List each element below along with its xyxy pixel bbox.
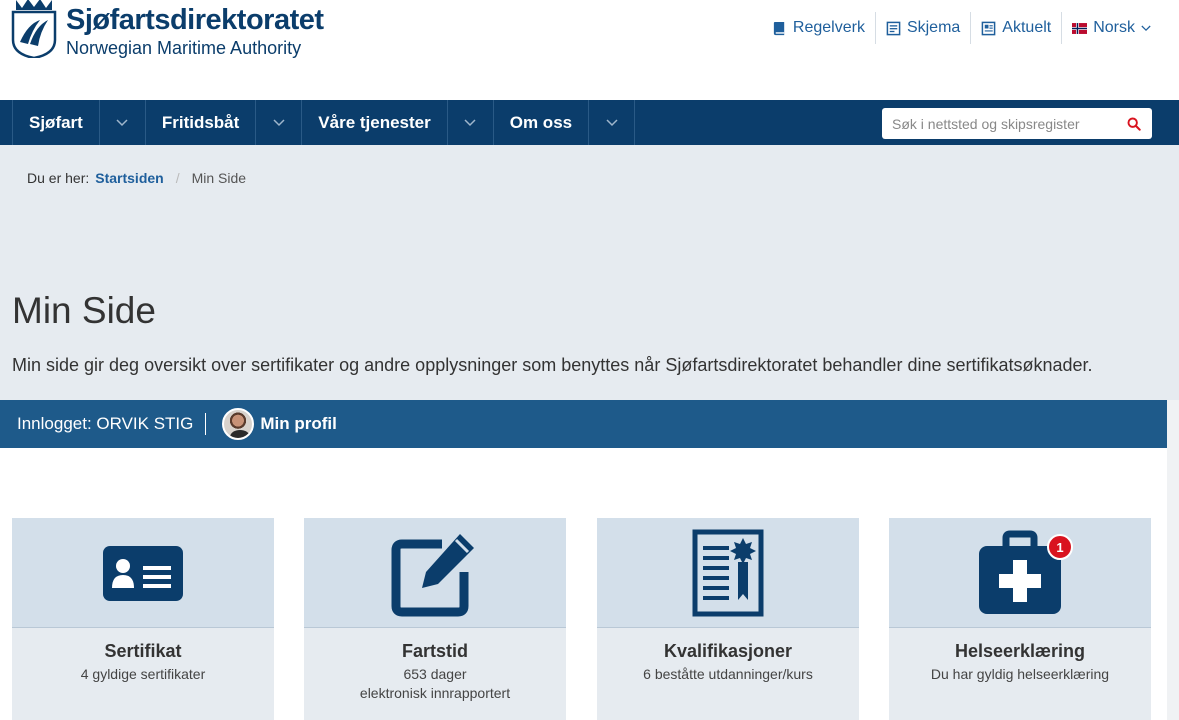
language-selector[interactable]: Norsk (1061, 12, 1161, 44)
language-label: Norsk (1093, 19, 1135, 36)
top-link-regelverk[interactable]: Regelverk (762, 12, 875, 44)
id-card-icon (103, 545, 183, 601)
top-link-label: Skjema (906, 19, 961, 36)
edit-icon (391, 533, 474, 616)
card-icon-area (12, 518, 274, 628)
nav-expand-sjofart[interactable] (100, 100, 146, 145)
card-helseerklaring[interactable]: 1 Helseerklæring Du har gyldig helseerkl… (889, 518, 1151, 720)
breadcrumb: Du er her: Startsiden / Min Side (27, 170, 246, 186)
nav-item-sjofart[interactable]: Sjøfart (12, 100, 100, 145)
breadcrumb-separator: / (175, 170, 180, 186)
my-profile-label: Min profil (260, 414, 337, 433)
logo-subtitle: Norwegian Maritime Authority (66, 38, 302, 58)
card-subtitle: Du har gyldig helseerklæring (930, 666, 1110, 682)
nav-expand-vare-tjenester[interactable] (448, 100, 494, 145)
form-icon (886, 21, 901, 35)
search-button[interactable] (1116, 108, 1152, 139)
card-title: Helseerklæring (954, 641, 1086, 661)
card-icon-area (304, 518, 566, 628)
chevron-down-icon (1141, 25, 1151, 31)
card-subtitle: 6 beståtte utdanninger/kurs (643, 666, 813, 682)
page-intro: Min side gir deg oversikt over sertifika… (12, 355, 1093, 375)
top-link-skjema[interactable]: Skjema (874, 12, 970, 44)
chevron-down-icon (464, 118, 476, 126)
logo-title: Sjøfartsdirektoratet (66, 4, 324, 36)
chevron-down-icon (606, 118, 618, 126)
profile-bar: Innlogget: ORVIK STIG Min profil (0, 400, 1167, 448)
news-icon (981, 21, 996, 35)
nav-item-om-oss[interactable]: Om oss (494, 100, 590, 145)
nav-item-vare-tjenester[interactable]: Våre tjenester (302, 100, 448, 145)
page-scrollbar[interactable] (1167, 400, 1179, 720)
book-icon (773, 21, 785, 35)
top-links: Regelverk Skjema Aktuelt Norsk (762, 12, 1161, 44)
breadcrumb-prefix: Du er her: (27, 170, 90, 186)
search-icon (1127, 117, 1141, 131)
card-subtitle-line: 653 dager (403, 666, 467, 682)
card-icon-area (597, 518, 859, 628)
card-title: Kvalifikasjoner (663, 641, 793, 661)
top-link-aktuelt[interactable]: Aktuelt (970, 12, 1061, 44)
my-profile-link[interactable]: Min profil (222, 408, 337, 440)
breadcrumb-home-link[interactable]: Startsiden (95, 170, 163, 186)
norway-flag-icon (1072, 22, 1088, 34)
card-sertifikat[interactable]: Sertifikat 4 gyldige sertifikater (12, 518, 274, 720)
nav-expand-om-oss[interactable] (589, 100, 636, 145)
nav-expand-fritidsbat[interactable] (256, 100, 303, 145)
chevron-down-icon (273, 118, 285, 126)
notification-badge: 1 (1047, 534, 1073, 560)
crown-shield-emblem-icon (11, 0, 57, 58)
site-header: Sjøfartsdirektoratet Norwegian Maritime … (0, 0, 1179, 100)
card-subtitle: 653 dager elektronisk innrapportert (304, 665, 566, 703)
card-title: Fartstid (401, 641, 468, 661)
diploma-icon (692, 529, 764, 616)
site-logo[interactable]: Sjøfartsdirektoratet Norwegian Maritime … (10, 0, 324, 64)
search-input[interactable] (882, 108, 1116, 139)
breadcrumb-current: Min Side (191, 170, 247, 186)
chevron-down-icon (116, 118, 128, 126)
avatar (222, 408, 255, 440)
card-fartstid[interactable]: Fartstid 653 dager elektronisk innrappor… (304, 518, 566, 720)
page-title: Min Side (12, 290, 156, 331)
card-kvalifikasjoner[interactable]: Kvalifikasjoner 6 beståtte utdanninger/k… (597, 518, 859, 720)
logged-in-user: Innlogget: ORVIK STIG (0, 413, 207, 435)
card-icon-area: 1 (889, 518, 1151, 628)
top-link-label: Regelverk (792, 19, 865, 36)
search-box (882, 108, 1152, 139)
nav-item-fritidsbat[interactable]: Fritidsbåt (146, 100, 257, 145)
card-subtitle: 4 gyldige sertifikater (80, 666, 206, 682)
card-title: Sertifikat (104, 641, 182, 661)
card-subtitle-line: elektronisk innrapportert (359, 685, 511, 701)
top-link-label: Aktuelt (1002, 19, 1052, 36)
